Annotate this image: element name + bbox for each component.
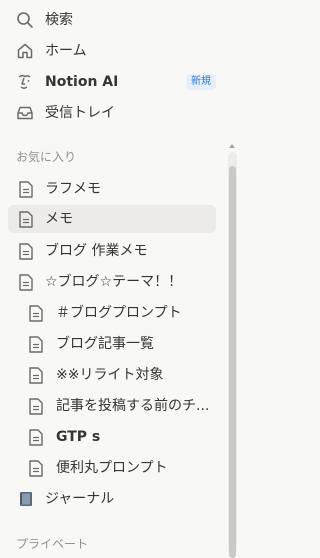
favorite-page-label: ブログ 作業メモ — [45, 243, 148, 259]
child-page-label: GTP s — [56, 429, 101, 445]
notebook-icon — [15, 488, 37, 510]
page-icon — [15, 271, 37, 293]
page-icon — [15, 208, 37, 230]
scrollbar-track[interactable] — [228, 152, 237, 558]
child-page-label: 記事を投稿する前のチ... — [56, 398, 210, 414]
page-icon — [15, 178, 37, 200]
search-icon — [14, 9, 36, 31]
child-page-rewrite-targets[interactable]: ※※リライト対象 — [8, 361, 216, 389]
favorites-section-header[interactable]: お気に入り — [16, 149, 76, 165]
favorite-page-blog-work-memo[interactable]: ブログ 作業メモ — [8, 237, 216, 265]
inbox-label: 受信トレイ — [45, 105, 115, 121]
favorite-page-label: ☆ブログ☆テーマ！！ — [45, 274, 183, 290]
page-icon — [25, 457, 47, 479]
scroll-up-arrow-icon[interactable] — [229, 144, 235, 148]
page-icon — [25, 302, 47, 324]
page-icon — [25, 426, 47, 448]
sidebar: 検索 ホーム Notion AI 新規 受信トレイ お気に入り ラフメモ メモ — [0, 0, 243, 558]
child-page-gtps[interactable]: GTP s — [8, 423, 216, 451]
favorite-page-label: ラフメモ — [45, 181, 101, 197]
child-page-blog-article-list[interactable]: ブログ記事一覧 — [8, 330, 216, 358]
notion-ai-label: Notion AI — [45, 74, 119, 90]
inbox-icon — [14, 102, 36, 124]
favorite-page-rough-memo[interactable]: ラフメモ — [8, 175, 216, 203]
child-page-handy-prompts[interactable]: 便利丸プロンプト — [8, 454, 216, 482]
favorite-page-blog-theme[interactable]: ☆ブログ☆テーマ！！ — [8, 268, 216, 296]
new-badge: 新規 — [186, 74, 216, 90]
page-icon — [15, 240, 37, 262]
favorite-page-memo[interactable]: メモ — [8, 205, 216, 233]
page-icon — [25, 333, 47, 355]
child-page-label: 便利丸プロンプト — [56, 460, 168, 476]
favorite-page-label: メモ — [45, 211, 73, 227]
child-page-blog-prompt[interactable]: ＃ブログプロンプト — [8, 299, 216, 327]
page-icon — [25, 364, 47, 386]
child-page-label: ＃ブログプロンプト — [56, 305, 182, 321]
child-page-pre-post-check[interactable]: 記事を投稿する前のチ... — [8, 392, 216, 420]
child-page-label: ※※リライト対象 — [56, 367, 164, 383]
home-icon — [14, 40, 36, 62]
private-section-header[interactable]: プライベート — [16, 536, 88, 552]
page-icon — [25, 395, 47, 417]
search-nav-item[interactable]: 検索 — [8, 6, 216, 34]
scrollbar-thumb[interactable] — [229, 166, 236, 558]
favorite-page-journal[interactable]: ジャーナル — [8, 485, 216, 513]
notion-ai-face-icon — [14, 71, 36, 93]
home-label: ホーム — [45, 43, 87, 59]
inbox-nav-item[interactable]: 受信トレイ — [8, 99, 216, 127]
home-nav-item[interactable]: ホーム — [8, 37, 216, 65]
child-page-label: ブログ記事一覧 — [56, 336, 154, 352]
search-label: 検索 — [45, 12, 73, 28]
journal-label: ジャーナル — [45, 491, 115, 507]
notion-ai-nav-item[interactable]: Notion AI 新規 — [8, 68, 216, 96]
